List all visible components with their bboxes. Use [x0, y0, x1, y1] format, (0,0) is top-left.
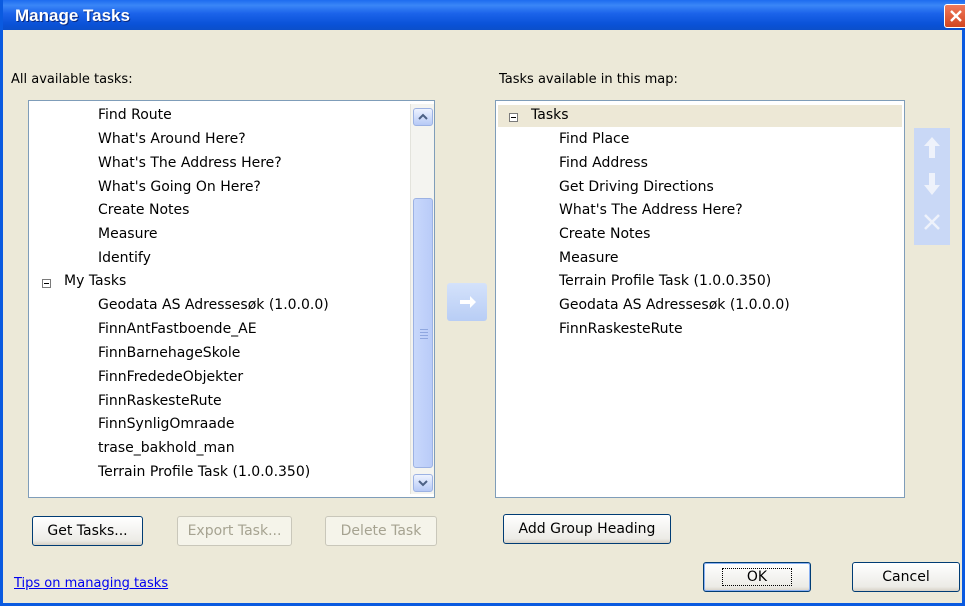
- list-item[interactable]: FinnAntFastboende_AE: [98, 321, 257, 337]
- list-item[interactable]: Measure: [559, 250, 619, 266]
- scroll-down-button[interactable]: [413, 474, 433, 492]
- list-item[interactable]: Find Address: [559, 155, 648, 171]
- vertical-scrollbar[interactable]: [410, 104, 434, 494]
- list-item[interactable]: Geodata AS Adressesøk (1.0.0.0): [559, 297, 790, 313]
- scroll-grip: [420, 338, 428, 339]
- export-task-button[interactable]: Export Task...: [177, 516, 292, 546]
- ok-label: OK: [721, 568, 793, 586]
- scroll-thumb[interactable]: [413, 198, 433, 468]
- close-icon: [950, 10, 962, 22]
- cancel-button[interactable]: Cancel: [852, 562, 960, 592]
- ok-button[interactable]: OK: [703, 562, 811, 592]
- group-heading-tasks[interactable]: Tasks: [531, 107, 569, 123]
- list-item[interactable]: Terrain Profile Task (1.0.0.350): [98, 464, 310, 480]
- scroll-grip: [420, 332, 428, 333]
- delete-task-button[interactable]: Delete Task: [325, 516, 437, 546]
- list-item[interactable]: FinnSynligOmraade: [98, 416, 234, 432]
- arrow-right-icon: [460, 296, 476, 308]
- list-item[interactable]: Create Notes: [98, 202, 189, 218]
- arrow-down-icon[interactable]: [914, 168, 950, 204]
- list-item[interactable]: Geodata AS Adressesøk (1.0.0.0): [98, 297, 329, 313]
- tips-link[interactable]: Tips on managing tasks: [14, 576, 168, 591]
- list-item[interactable]: Find Route: [98, 107, 172, 123]
- list-item[interactable]: Measure: [98, 226, 158, 242]
- list-item[interactable]: Get Driving Directions: [559, 179, 714, 195]
- all-tasks-label: All available tasks:: [11, 72, 133, 87]
- list-item[interactable]: Create Notes: [559, 226, 650, 242]
- all-tasks-list[interactable]: Find Route What's Around Here? What's Th…: [28, 100, 435, 498]
- scroll-grip: [420, 335, 428, 336]
- list-item[interactable]: Find Place: [559, 131, 629, 147]
- title-bar[interactable]: Manage Tasks: [3, 0, 965, 30]
- list-item[interactable]: What's The Address Here?: [98, 155, 282, 171]
- add-task-button[interactable]: [447, 283, 487, 321]
- scroll-up-button[interactable]: [413, 108, 433, 126]
- list-item[interactable]: What's The Address Here?: [559, 202, 743, 218]
- group-heading-my-tasks[interactable]: My Tasks: [64, 273, 126, 289]
- map-tasks-list[interactable]: Tasks Find Place Find Address Get Drivin…: [495, 100, 905, 498]
- list-item[interactable]: What's Going On Here?: [98, 179, 261, 195]
- list-item[interactable]: trase_bakhold_man: [98, 440, 235, 456]
- list-item[interactable]: FinnFrededeObjekter: [98, 369, 243, 385]
- chevron-down-icon: [418, 480, 428, 487]
- list-item[interactable]: Identify: [98, 250, 151, 266]
- manage-tasks-dialog: Manage Tasks All available tasks: Tasks …: [0, 0, 965, 606]
- list-item[interactable]: FinnRaskesteRute: [98, 393, 222, 409]
- list-item[interactable]: Terrain Profile Task (1.0.0.350): [559, 273, 771, 289]
- arrow-up-icon[interactable]: [914, 131, 950, 167]
- map-tasks-label: Tasks available in this map:: [499, 72, 678, 87]
- scroll-grip: [420, 329, 428, 330]
- close-button[interactable]: [944, 4, 965, 28]
- add-group-heading-button[interactable]: Add Group Heading: [503, 514, 671, 544]
- collapse-icon[interactable]: [509, 113, 518, 122]
- reorder-toolbar: [914, 128, 950, 245]
- dialog-title: Manage Tasks: [15, 6, 130, 25]
- chevron-up-icon: [418, 113, 428, 120]
- collapse-icon[interactable]: [42, 279, 51, 288]
- list-item[interactable]: FinnRaskesteRute: [559, 321, 683, 337]
- get-tasks-button[interactable]: Get Tasks...: [32, 516, 143, 546]
- x-icon[interactable]: [914, 204, 950, 240]
- list-item[interactable]: FinnBarnehageSkole: [98, 345, 240, 361]
- list-item[interactable]: What's Around Here?: [98, 131, 246, 147]
